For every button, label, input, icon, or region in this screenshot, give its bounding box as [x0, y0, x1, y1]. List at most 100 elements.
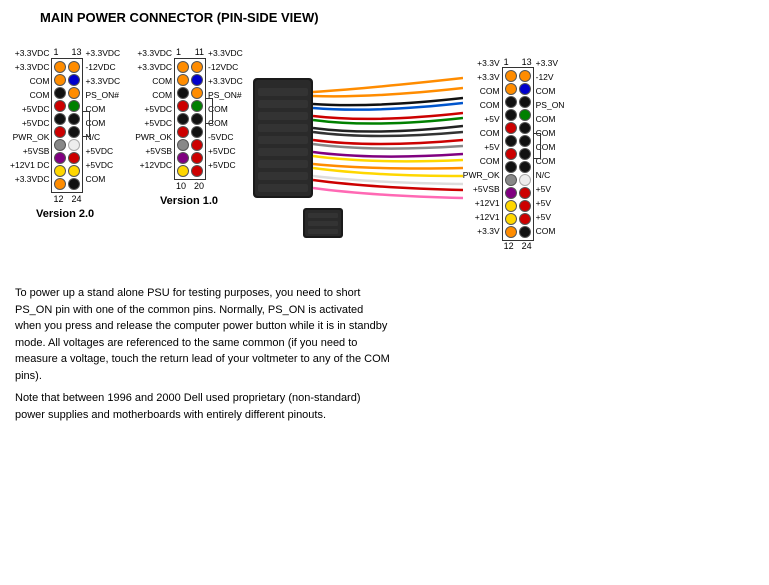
pin [68, 126, 80, 138]
connector-photo-svg [243, 48, 463, 268]
pin [177, 152, 189, 164]
label: +3.3VDC [208, 75, 243, 88]
pin [519, 187, 531, 199]
pin [505, 70, 517, 82]
pin [505, 109, 517, 121]
label: COM [208, 117, 243, 130]
pin [505, 122, 517, 134]
page-title: MAIN POWER CONNECTOR (PIN-SIDE VIEW) [40, 10, 759, 25]
pin [54, 100, 66, 112]
v10-right-labels: +3.3VDC -12VDC +3.3VDC PS_ON# COM COM -5… [208, 47, 243, 172]
pin [519, 96, 531, 108]
label: +3.3V [463, 225, 500, 238]
label: +5VDC [208, 145, 243, 158]
bracket [82, 111, 90, 137]
label: +5VDC [135, 117, 172, 130]
pin [54, 126, 66, 138]
pin [54, 87, 66, 99]
label: +3.3VDC [208, 47, 243, 60]
label: PS_ON# [85, 89, 120, 102]
label: +5VDC [135, 103, 172, 116]
label: +3.3VDC [10, 173, 49, 186]
col-num-12: 12 [504, 241, 514, 251]
pin [68, 100, 80, 112]
label: COM [463, 127, 500, 140]
label: COM [463, 99, 500, 112]
pin [519, 148, 531, 160]
label: +12V1 [463, 197, 500, 210]
pin [519, 200, 531, 212]
description-para2: Note that between 1996 and 2000 Dell use… [15, 390, 390, 423]
page: MAIN POWER CONNECTOR (PIN-SIDE VIEW) +3.… [0, 0, 769, 585]
rd-pin-grid [502, 67, 534, 241]
label: COM [536, 85, 565, 98]
pin [177, 113, 189, 125]
label: PWR_OK [135, 131, 172, 144]
pin [191, 87, 203, 99]
pin [519, 70, 531, 82]
pin [68, 87, 80, 99]
pin [519, 109, 531, 121]
pin [68, 113, 80, 125]
label: -12V [536, 71, 565, 84]
pin [505, 226, 517, 238]
bracket [533, 133, 541, 159]
label: PWR_OK [10, 131, 49, 144]
pin [519, 226, 531, 238]
pin [54, 61, 66, 73]
pin [505, 135, 517, 147]
label: -12VDC [85, 61, 120, 74]
label: +3.3V [463, 71, 500, 84]
description: To power up a stand alone PSU for testin… [10, 285, 390, 423]
connector-photo-area [243, 43, 463, 273]
label: +5VSB [135, 145, 172, 158]
pin [505, 96, 517, 108]
pin [191, 152, 203, 164]
col-num-13: 13 [71, 47, 81, 57]
col-num-13: 13 [522, 57, 532, 67]
label: COM [536, 225, 565, 238]
label: COM [85, 173, 120, 186]
rd-left-labels: +3.3V +3.3V COM COM +5V COM +5V COM PWR_… [463, 57, 500, 238]
pin [54, 178, 66, 190]
label: -12VDC [208, 61, 243, 74]
col-num-1: 1 [504, 57, 509, 67]
pin [68, 74, 80, 86]
right-diagram: +3.3V +3.3V COM COM +5V COM +5V COM PWR_… [463, 43, 565, 251]
v10-pin-grid [174, 58, 206, 180]
label: +12V1 DC [10, 159, 49, 172]
pin [68, 178, 80, 190]
left-diagrams: +3.3VDC +3.3VDC COM COM +5VDC +5VDC PWR_… [10, 33, 243, 220]
label: +5VDC [85, 159, 120, 172]
pin [505, 187, 517, 199]
bracket [205, 98, 213, 124]
pin [54, 152, 66, 164]
label: +3.3VDC [10, 47, 49, 60]
col-num-1: 1 [53, 47, 58, 57]
v20-label: Version 2.0 [36, 208, 94, 220]
pin [505, 174, 517, 186]
pin [191, 126, 203, 138]
pin [54, 113, 66, 125]
label: +3.3VDC [135, 61, 172, 74]
pin [505, 83, 517, 95]
v20-left-labels: +3.3VDC +3.3VDC COM COM +5VDC +5VDC PWR_… [10, 47, 49, 186]
pin [68, 165, 80, 177]
pin [505, 161, 517, 173]
pin [177, 61, 189, 73]
label: COM [135, 75, 172, 88]
col-num-1: 1 [176, 47, 181, 57]
pin [191, 74, 203, 86]
label: PS_ON [536, 99, 565, 112]
col-num-12: 12 [53, 194, 63, 204]
label: -5VDC [208, 131, 243, 144]
label: +5VSB [463, 183, 500, 196]
pin [68, 139, 80, 151]
pin [177, 126, 189, 138]
pin [191, 113, 203, 125]
v20-pin-grid [51, 58, 83, 193]
label: N/C [536, 169, 565, 182]
pin [177, 165, 189, 177]
description-para1: To power up a stand alone PSU for testin… [15, 285, 390, 384]
col-num-24: 24 [522, 241, 532, 251]
